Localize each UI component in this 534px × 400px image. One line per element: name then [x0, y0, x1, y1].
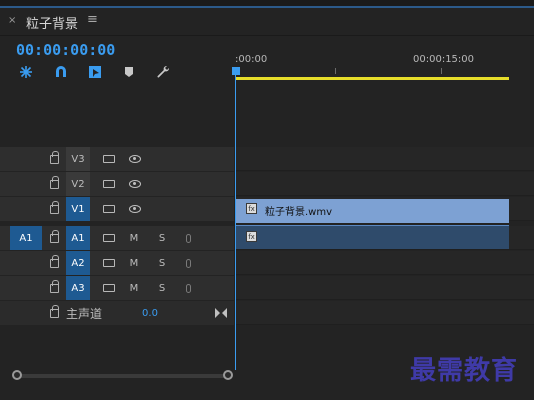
timeline-canvas[interactable]: :00:00 00:00:15:00 fx 粒子背景.wmv fx	[232, 37, 534, 370]
insert-sequence-nest-icon[interactable]	[18, 64, 34, 80]
source-patch-a1[interactable]: A1	[10, 226, 42, 250]
mute-button-a1[interactable]: M	[128, 226, 140, 250]
linked-selection-icon[interactable]	[87, 64, 103, 80]
watermark-text: 最需教育	[410, 356, 519, 386]
panel-menu-icon[interactable]: ≡	[87, 12, 98, 27]
track-header-master: 主声道 0.0	[0, 301, 234, 325]
track-target-v2[interactable]: V2	[66, 172, 90, 196]
timeline-panel-header: × 粒子背景 ≡	[0, 8, 534, 36]
playhead-timecode[interactable]: 00:00:00:00	[16, 41, 115, 59]
video-clip[interactable]: fx 粒子背景.wmv	[235, 199, 509, 223]
lock-icon[interactable]	[48, 197, 60, 221]
track-target-a1[interactable]: A1	[66, 226, 90, 250]
master-track-label: 主声道	[66, 306, 103, 321]
lock-icon[interactable]	[48, 226, 60, 250]
playhead-handle[interactable]	[232, 67, 240, 75]
eye-icon[interactable]	[127, 147, 143, 171]
lock-icon[interactable]	[48, 276, 60, 300]
snap-magnet-icon[interactable]	[53, 64, 69, 80]
sync-lock-icon[interactable]	[100, 172, 118, 196]
ruler-start-label: :00:00	[235, 54, 268, 65]
microphone-icon[interactable]	[182, 251, 194, 275]
wrench-settings-icon[interactable]	[155, 64, 171, 80]
solo-button-a2[interactable]: S	[156, 251, 168, 275]
track-header-panel: 00:00:00:00 V3 V2 V1 A1 A1 M S A2 M S A3…	[0, 37, 234, 370]
microphone-icon[interactable]	[182, 276, 194, 300]
sync-lock-icon[interactable]	[100, 197, 118, 221]
mute-button-a3[interactable]: M	[128, 276, 140, 300]
lane-v3[interactable]	[235, 147, 534, 171]
expand-collapse-icon[interactable]	[214, 301, 228, 325]
sync-lock-icon[interactable]	[100, 251, 118, 275]
sequence-tab-title[interactable]: 粒子背景	[26, 13, 78, 32]
lock-icon[interactable]	[48, 147, 60, 171]
solo-button-a3[interactable]: S	[156, 276, 168, 300]
track-target-a3[interactable]: A3	[66, 276, 90, 300]
track-header-a2: A2 M S	[0, 251, 234, 275]
sync-lock-icon[interactable]	[100, 226, 118, 250]
ruler-mid-label: 00:00:15:00	[413, 54, 475, 65]
playhead-line[interactable]	[235, 75, 236, 370]
audio-clip[interactable]: fx	[235, 225, 509, 249]
microphone-icon[interactable]	[182, 226, 194, 250]
track-header-v3: V3	[0, 147, 234, 171]
master-volume-value[interactable]: 0.0	[138, 301, 162, 325]
eye-icon[interactable]	[127, 197, 143, 221]
scrollbar-right-handle[interactable]	[223, 370, 233, 380]
track-headers: V3 V2 V1 A1 A1 M S A2 M S A3 M S 主声道 0.0	[0, 147, 234, 367]
track-target-v3[interactable]: V3	[66, 147, 90, 171]
track-target-v1[interactable]: V1	[66, 197, 90, 221]
ruler-tick	[335, 68, 336, 74]
track-header-a3: A3 M S	[0, 276, 234, 300]
track-header-a1: A1 A1 M S	[0, 226, 234, 250]
sync-lock-icon[interactable]	[100, 276, 118, 300]
close-tab-icon[interactable]: ×	[8, 15, 16, 26]
ruler-tick	[441, 68, 442, 74]
solo-button-a1[interactable]: S	[156, 226, 168, 250]
work-area-bar[interactable]	[235, 77, 509, 80]
sync-lock-icon[interactable]	[100, 147, 118, 171]
fx-badge: fx	[246, 231, 257, 242]
track-header-v1: V1	[0, 197, 234, 221]
clip-name: 粒子背景.wmv	[265, 207, 333, 218]
lane-a2[interactable]	[235, 251, 534, 275]
add-marker-icon[interactable]	[121, 64, 137, 80]
window-top-edge	[0, 0, 534, 8]
fx-badge: fx	[246, 203, 257, 214]
track-header-v2: V2	[0, 172, 234, 196]
mute-button-a2[interactable]: M	[128, 251, 140, 275]
eye-icon[interactable]	[127, 172, 143, 196]
scrollbar-left-handle[interactable]	[12, 370, 22, 380]
track-target-a2[interactable]: A2	[66, 251, 90, 275]
scrollbar-track[interactable]	[17, 374, 229, 378]
lock-icon[interactable]	[48, 172, 60, 196]
lock-icon[interactable]	[48, 301, 60, 325]
lane-a3[interactable]	[235, 276, 534, 300]
lane-v2[interactable]	[235, 172, 534, 196]
lane-master[interactable]	[235, 301, 534, 325]
lock-icon[interactable]	[48, 251, 60, 275]
